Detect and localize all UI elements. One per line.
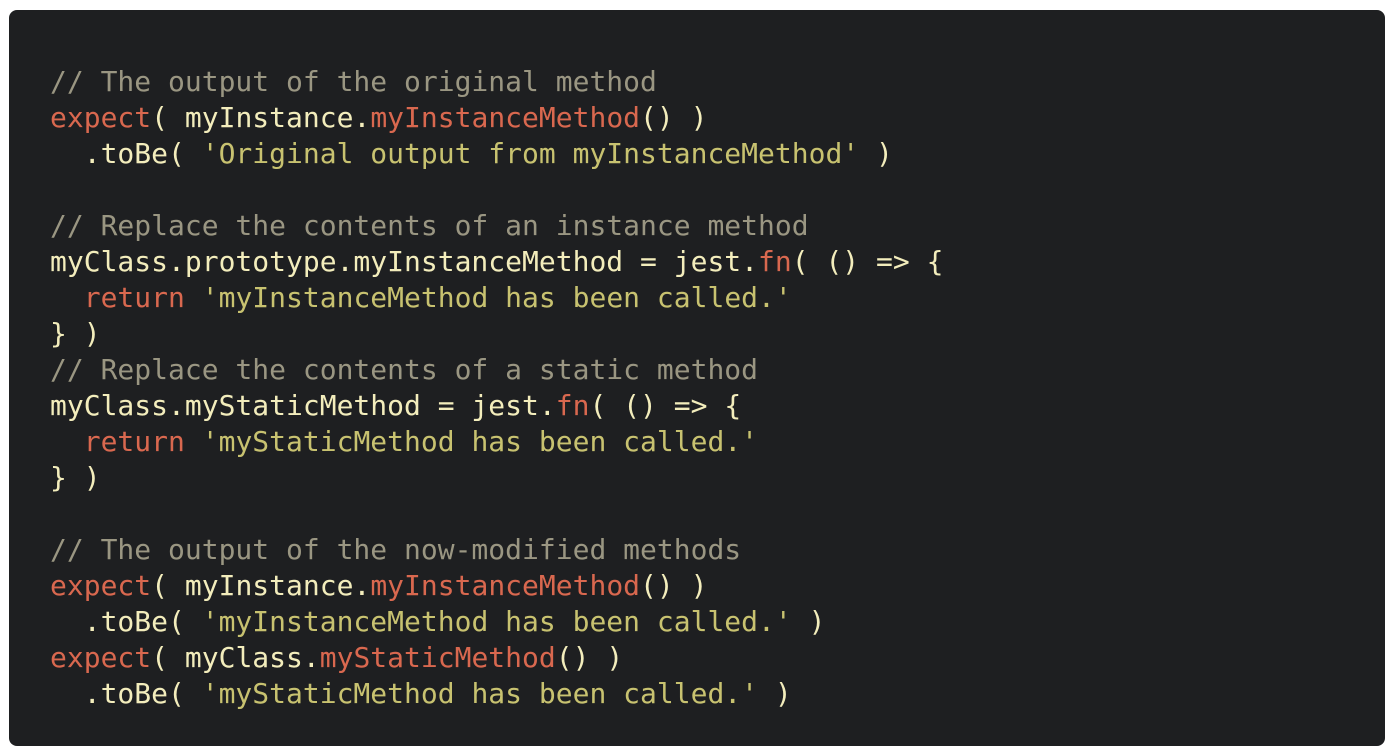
code-line: // The output of the original method: [50, 64, 1385, 100]
code-comment: // Replace the contents of a static meth…: [50, 353, 759, 386]
code-text: } ): [50, 461, 101, 494]
code-string: 'Original output from myInstanceMethod': [201, 137, 860, 170]
code-function-name: fn: [758, 245, 792, 278]
code-line: expect( myClass.myStaticMethod() ): [50, 640, 1385, 676]
code-line: } ): [50, 460, 1385, 496]
code-string: 'myInstanceMethod has been called.': [201, 605, 792, 638]
code-text: ): [859, 137, 893, 170]
code-text: myClass.myStaticMethod = jest.: [50, 389, 556, 422]
code-function-name: fn: [555, 389, 590, 422]
code-text: () ): [555, 641, 624, 674]
code-function-name: myInstanceMethod: [370, 569, 641, 602]
code-text: ( () => {: [791, 245, 944, 278]
code-line: .toBe( 'myStaticMethod has been called.'…: [50, 676, 1385, 712]
code-line: myClass.myStaticMethod = jest.fn( () => …: [50, 388, 1385, 424]
code-keyword: expect: [50, 101, 152, 134]
code-string: 'myStaticMethod has been called.': [201, 677, 759, 710]
code-text: () ): [640, 101, 708, 134]
code-text: () ): [640, 569, 708, 602]
code-text: ): [791, 605, 826, 638]
code-line: expect( myInstance.myInstanceMethod() ): [50, 568, 1385, 604]
code-line: return 'myInstanceMethod has been called…: [50, 280, 1385, 316]
code-line: // The output of the now-modified method…: [50, 532, 1385, 568]
code-keyword: return: [83, 281, 185, 314]
code-text: ( myInstance.: [151, 569, 371, 602]
code-text: ): [758, 677, 792, 710]
code-string: 'myInstanceMethod has been called.': [201, 281, 792, 314]
code-text: ( myInstance.: [151, 101, 371, 134]
code-line: myClass.prototype.myInstanceMethod = jes…: [50, 244, 1385, 280]
code-line: expect( myInstance.myInstanceMethod() ): [50, 100, 1385, 136]
code-line: return 'myStaticMethod has been called.': [50, 424, 1385, 460]
code-text: } ): [50, 317, 101, 350]
code-function-name: myStaticMethod: [319, 641, 556, 674]
code-text: ( myClass.: [151, 641, 320, 674]
code-lines: // The output of the original method expe…: [50, 64, 1385, 712]
code-keyword: expect: [50, 641, 152, 674]
code-line: .toBe( 'Original output from myInstanceM…: [50, 136, 1385, 172]
code-comment: // The output of the now-modified method…: [50, 533, 742, 566]
code-text: .toBe(: [50, 677, 202, 710]
code-line: } ): [50, 316, 1385, 352]
code-function-name: myInstanceMethod: [370, 101, 641, 134]
code-text: .toBe(: [50, 137, 202, 170]
code-text: myClass.prototype.myInstanceMethod = jes…: [50, 245, 759, 278]
code-text: .toBe(: [50, 605, 202, 638]
code-text: ( () => {: [589, 389, 742, 422]
code-block: // The output of the original method expe…: [9, 10, 1385, 746]
code-line: // Replace the contents of an instance m…: [50, 208, 1385, 244]
code-line: // Replace the contents of a static meth…: [50, 352, 1385, 388]
code-line: .toBe( 'myInstanceMethod has been called…: [50, 604, 1385, 640]
code-comment: // The output of the original method: [50, 65, 657, 98]
code-keyword: expect: [50, 569, 152, 602]
code-string: 'myStaticMethod has been called.': [201, 425, 759, 458]
code-keyword: return: [83, 425, 185, 458]
code-comment: // Replace the contents of an instance m…: [50, 209, 809, 242]
